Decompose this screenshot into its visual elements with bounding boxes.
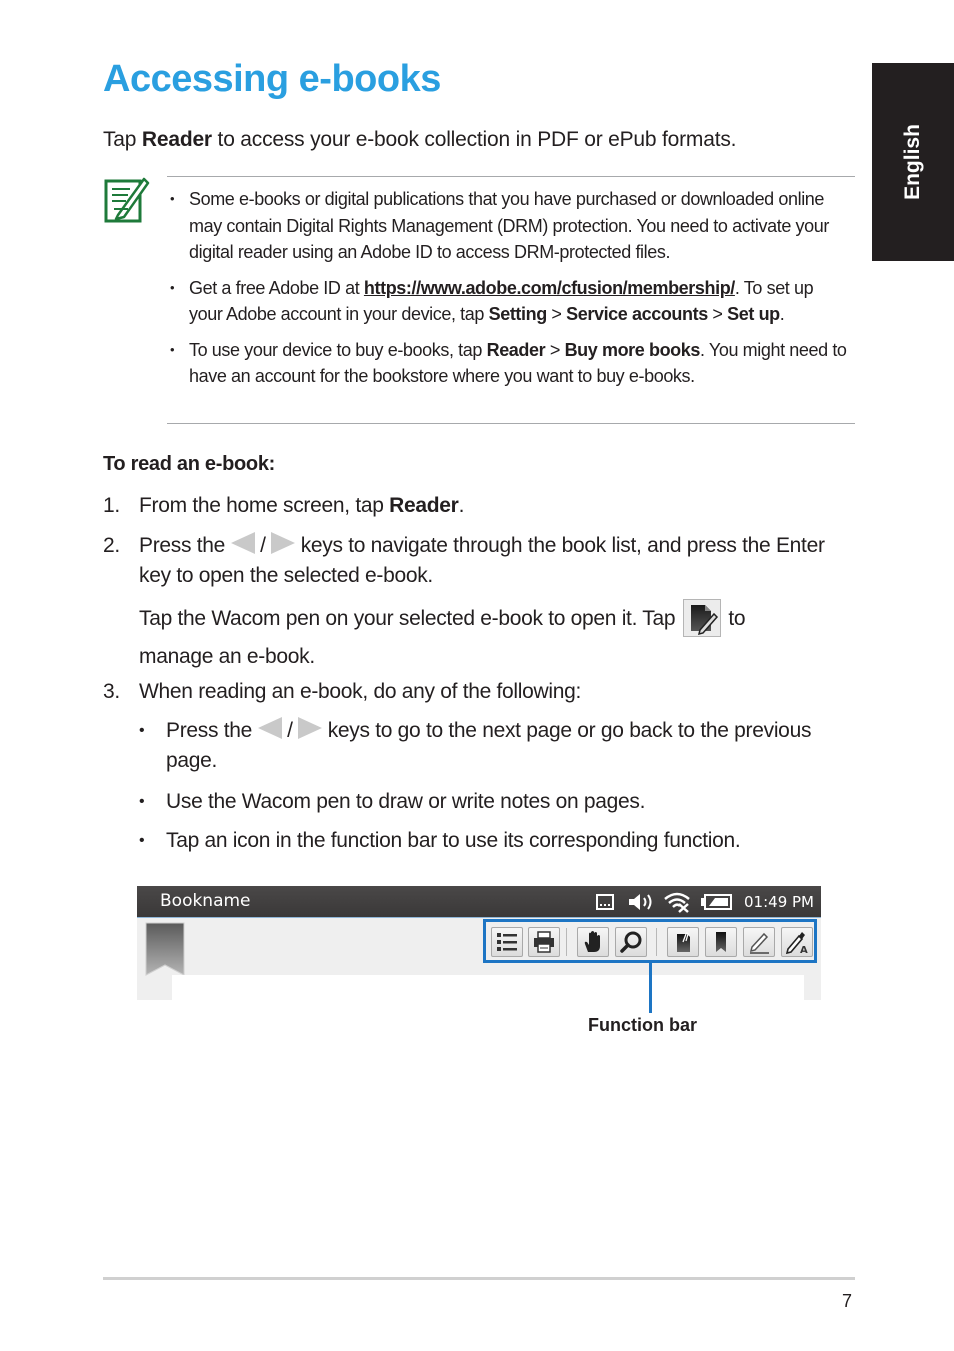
step-text-part: Press the [139,534,231,557]
separator: > [546,304,567,324]
page-title: Accessing e-books [103,58,441,100]
bookmark-icon [716,932,726,952]
wifi-off-icon [664,892,690,913]
status-clock: 01:49 PM [744,893,814,911]
keyboard-icon [596,894,614,910]
page-number: 7 [842,1291,853,1311]
page-area [172,975,804,1000]
zoom-search-button[interactable] [615,927,647,957]
separator: > [545,339,565,360]
svg-text:A: A [800,945,808,954]
book-name: Bookname [160,891,251,911]
slash: / [281,719,299,742]
pen-text-button[interactable]: A [781,927,813,957]
note-item-text: Get a free Adobe ID at [189,277,364,298]
setting-label: Setting [488,304,548,324]
step-number: 3. [103,680,120,703]
zoom-search-icon [620,931,642,953]
bullet-dot: • [139,722,145,739]
pencil-button[interactable] [743,927,775,957]
adobe-membership-link[interactable]: https://www.adobe.com/cfusion/membership… [364,278,735,298]
note-clip-icon [677,932,690,952]
print-icon [534,931,554,953]
reader-label: Reader [486,339,546,360]
note-item: Some e-books or digital publications tha… [170,186,850,266]
left-arrow-key-icon [230,532,255,554]
step-text-part: Tap the Wacom pen on your selected e-boo… [139,607,681,630]
bullet-dot: • [139,832,145,849]
step-text-part: From the home screen, tap [139,494,390,517]
bookmark-ribbon-icon[interactable] [145,922,185,976]
language-tab: English [872,63,954,261]
hand-pan-icon [584,931,600,952]
intro-text: Tap [103,128,142,151]
function-bar: A [483,919,817,963]
step-text: Press the / keys to navigate through the… [139,531,849,591]
bullet-text-part: Press the [166,719,258,742]
note-pencil-icon [104,175,150,223]
right-arrow-key-icon [271,532,296,554]
status-divider [137,917,821,918]
note-top-divider [167,176,855,177]
step-text: When reading an e-book, do any of the fo… [139,680,582,703]
step-text: Tap the Wacom pen on your selected e-boo… [139,599,819,676]
note-item-text: Some e-books or digital publications tha… [189,189,829,262]
manage-ebook-icon [682,599,721,637]
bullet-text: Use the Wacom pen to draw or write notes… [166,790,646,813]
intro-text-end: to access your e-book collection in PDF … [211,128,737,151]
intro-paragraph: Tap Reader to access your e-book collect… [103,128,736,152]
note-item: To use your device to buy e-books, tap R… [170,337,850,390]
bookmark-button[interactable] [705,927,737,957]
battery-icon [701,894,732,910]
separator: > [707,304,728,324]
footer-divider [103,1277,855,1280]
reader-screenshot: Bookname 01:49 PM A [137,886,821,1000]
hand-pan-button[interactable] [577,927,609,957]
pen-text-icon: A [785,932,808,954]
table-of-contents-icon [497,933,517,951]
bullet-dot: • [139,793,145,810]
function-bar-divider [566,928,567,956]
slash: / [254,534,272,557]
function-bar-pointer [649,963,652,1013]
language-tab-label: English [901,124,924,200]
note-clip-button[interactable] [667,927,699,957]
print-button[interactable] [528,927,560,957]
pencil-icon [749,932,769,954]
status-bar: Bookname 01:49 PM [137,886,821,917]
step-number: 1. [103,494,120,517]
step-text: From the home screen, tap Reader. [139,491,849,521]
function-bar-label: Function bar [588,1015,697,1035]
bullet-text: Press the / keys to go to the next page … [166,716,856,776]
right-arrow-key-icon [298,717,323,739]
table-of-contents-button[interactable] [491,927,523,957]
service-accounts-label: Service accounts [566,304,708,324]
set-up-label: Set up [727,304,780,324]
period: . [779,304,785,324]
note-list: Some e-books or digital publications tha… [170,186,850,399]
reader-label: Reader [389,494,459,517]
note-item: Get a free Adobe ID at https://www.adobe… [170,275,850,328]
function-bar-divider [656,928,657,956]
step-text-part: . [458,494,465,517]
intro-bold: Reader [141,128,212,151]
note-bottom-divider [167,423,855,424]
note-item-text: To use your device to buy e-books, tap [189,339,487,360]
bullet-text: Tap an icon in the function bar to use i… [166,829,741,852]
step-number: 2. [103,534,120,557]
procedure-heading: To read an e-book: [103,453,276,475]
buy-more-books-label: Buy more books [564,339,701,360]
volume-icon [629,894,652,910]
left-arrow-key-icon [257,717,282,739]
